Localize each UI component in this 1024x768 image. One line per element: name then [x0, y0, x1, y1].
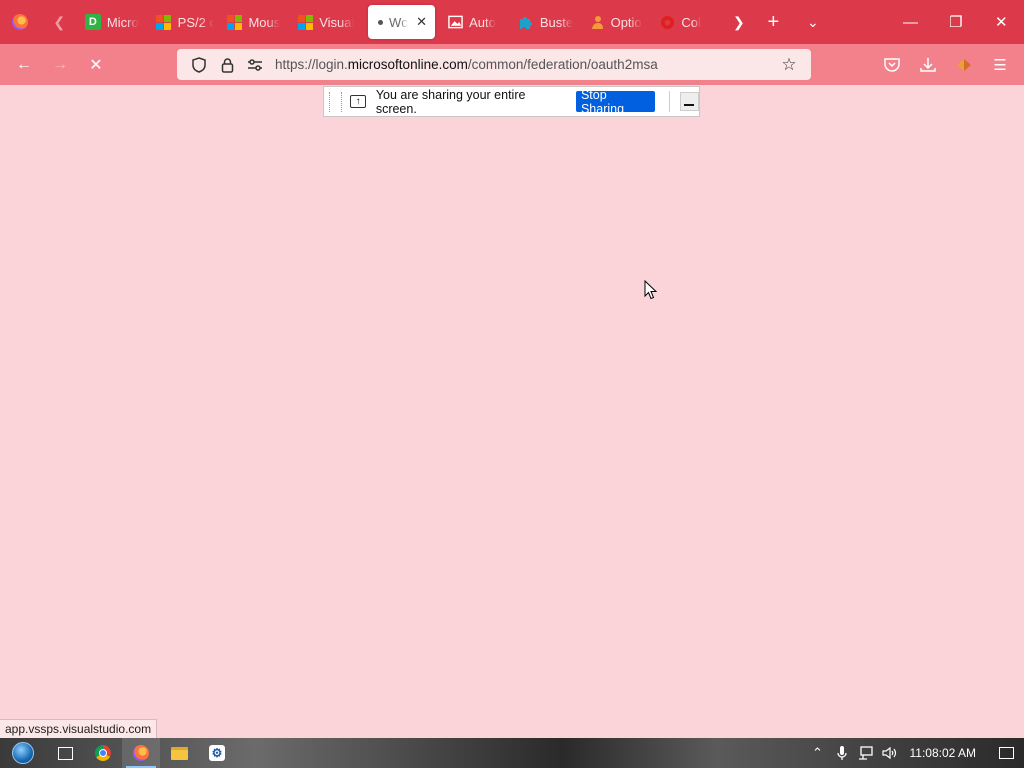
- tab-label: Optio: [610, 14, 642, 30]
- tab-label: Wc: [388, 14, 408, 30]
- volume-icon[interactable]: [878, 738, 902, 768]
- red-circle-icon: [659, 14, 675, 30]
- taskbar-clock[interactable]: 11:08:02 AM: [902, 746, 989, 760]
- microphone-icon[interactable]: [830, 738, 854, 768]
- tab-scroll-right-icon[interactable]: ❯: [724, 0, 754, 44]
- firefox-icon: [133, 745, 149, 761]
- task-view-icon: [57, 746, 73, 760]
- firefox-menu-icon[interactable]: [0, 0, 39, 44]
- hamburger-menu-icon[interactable]: ☰: [982, 49, 1018, 81]
- sharing-message: You are sharing your entire screen.: [375, 87, 526, 116]
- url-path: /common/federation/oauth2msa: [467, 57, 658, 72]
- d-icon: D: [84, 14, 101, 30]
- url-domain: microsoftonline.com: [347, 57, 468, 72]
- tab-buster[interactable]: Buste: [512, 5, 583, 39]
- url-prefix: https://login.: [275, 57, 348, 72]
- new-tab-icon[interactable]: +: [754, 0, 793, 44]
- tab-active[interactable]: Wc ✕: [367, 5, 436, 39]
- tab-label: Micro: [106, 14, 139, 30]
- back-icon[interactable]: ←: [6, 49, 42, 81]
- screen-share-icon: ↑: [350, 95, 366, 108]
- start-button[interactable]: [0, 738, 46, 768]
- tab-visual[interactable]: Visual: [291, 5, 362, 39]
- lock-icon[interactable]: [213, 53, 241, 77]
- extension-icon[interactable]: [946, 49, 982, 81]
- tab-label: Mous: [248, 14, 281, 30]
- pocket-icon[interactable]: [874, 49, 910, 81]
- windows-logo-icon: [297, 14, 313, 30]
- link-status-bar: app.vssps.visualstudio.com: [0, 719, 158, 738]
- tab-auto[interactable]: Auto: [441, 5, 512, 39]
- tab-strip: ❮ D Micro PS/2 c Mous Visual Wc ✕ Auto B…: [0, 0, 1024, 44]
- tab-ps2[interactable]: PS/2 c: [150, 5, 221, 39]
- tab-mouse[interactable]: Mous: [220, 5, 291, 39]
- minimize-icon[interactable]: —: [888, 0, 933, 44]
- firefox-taskbar-button[interactable]: [122, 738, 160, 768]
- downloads-icon[interactable]: [910, 49, 946, 81]
- picture-icon: [447, 14, 463, 30]
- minimize-sharing-bar-button[interactable]: [679, 92, 700, 111]
- windows-logo-icon: [226, 14, 242, 30]
- tab-col[interactable]: Col: [653, 5, 724, 39]
- windows-logo-icon: [156, 14, 172, 30]
- shield-icon[interactable]: [185, 53, 213, 77]
- chrome-taskbar-button[interactable]: [84, 738, 122, 768]
- navigation-toolbar: ← → ✕ https://login.microsoftonline.com/…: [0, 44, 1024, 85]
- tab-label: Auto: [469, 14, 496, 30]
- folder-icon: [170, 746, 188, 760]
- notifications-icon: [998, 747, 1014, 759]
- tab-options[interactable]: Optio: [583, 5, 654, 39]
- chrome-icon: [95, 745, 111, 761]
- url-bar[interactable]: https://login.microsoftonline.com/common…: [177, 49, 811, 80]
- tab-scroll-left-icon[interactable]: ❮: [39, 0, 78, 44]
- mouse-cursor-icon: [644, 280, 658, 300]
- file-explorer-taskbar-button[interactable]: [160, 738, 198, 768]
- tab-label: Visual: [319, 14, 355, 30]
- toolbar-buttons: ☰: [874, 44, 1024, 85]
- close-window-icon[interactable]: ✕: [979, 0, 1024, 44]
- system-tray: ⌃ 11:08:02 AM: [806, 738, 1024, 768]
- tab-list: D Micro PS/2 c Mous Visual Wc ✕ Auto Bus…: [79, 0, 724, 44]
- close-tab-icon[interactable]: ✕: [416, 14, 427, 30]
- tab-label: Buste: [539, 14, 574, 30]
- stop-loading-icon[interactable]: ✕: [78, 49, 114, 81]
- gear-icon: ⚙: [209, 745, 225, 761]
- stop-sharing-button[interactable]: Stop Sharing: [575, 88, 655, 116]
- restore-icon[interactable]: ❐: [933, 0, 978, 44]
- drag-handle[interactable]: [329, 91, 343, 112]
- action-center-button[interactable]: [988, 747, 1024, 759]
- divider: [668, 91, 670, 112]
- list-all-tabs-icon[interactable]: ⌄: [793, 0, 832, 44]
- url-text[interactable]: https://login.microsoftonline.com/common…: [275, 57, 775, 72]
- forward-icon[interactable]: →: [42, 49, 78, 81]
- show-hidden-icons-icon[interactable]: ⌃: [806, 738, 830, 768]
- app-taskbar-button[interactable]: ⚙: [198, 738, 236, 768]
- minimize-icon: [684, 104, 695, 106]
- person-icon: [589, 14, 605, 30]
- permissions-icon[interactable]: [241, 53, 269, 77]
- tab-label: PS/2 c: [177, 14, 215, 30]
- tab-label: Col: [681, 14, 701, 30]
- loading-dot-icon: [377, 19, 383, 25]
- tab-micro[interactable]: D Micro: [79, 5, 150, 39]
- puzzle-icon: [518, 14, 534, 30]
- network-icon[interactable]: [854, 738, 878, 768]
- windows-orb-icon: [12, 742, 34, 764]
- bookmark-star-icon[interactable]: ☆: [775, 55, 803, 75]
- screen-sharing-bar: ↑ You are sharing your entire screen. St…: [323, 86, 700, 117]
- task-view-button[interactable]: [46, 738, 84, 768]
- taskbar: ⚙ ⌃ 11:08:02 AM: [0, 738, 1024, 768]
